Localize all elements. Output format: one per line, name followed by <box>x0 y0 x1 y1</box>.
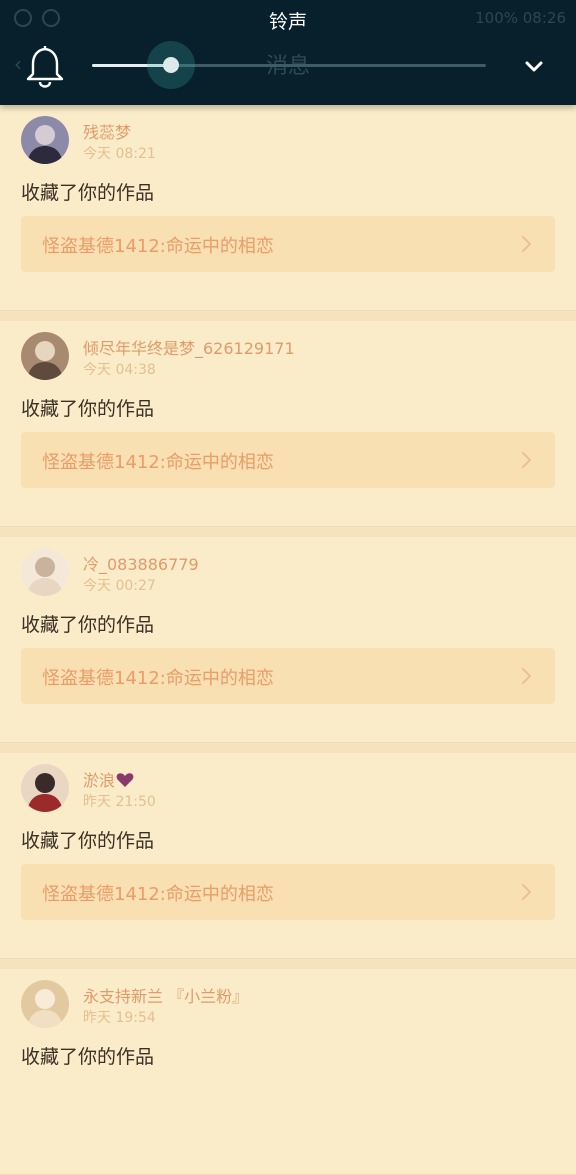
ringtone-volume-panel: 100% 08:26 ‹ 消息 铃声 <box>0 0 576 105</box>
avatar[interactable] <box>21 980 69 1028</box>
post-time: 昨天 19:54 <box>83 1010 156 1026</box>
work-title: 怪盗基德1412:命运中的相恋 <box>42 884 274 905</box>
post-time: 今天 00:27 <box>83 578 156 594</box>
action-text: 收藏了你的作品 <box>21 182 155 204</box>
avatar[interactable] <box>21 764 69 812</box>
chevron-right-icon <box>522 236 531 252</box>
action-text: 收藏了你的作品 <box>21 614 155 636</box>
feed-card: 淤浪 昨天 21:50 收藏了你的作品 怪盗基德1412:命运中的相恋 <box>0 753 576 959</box>
post-time: 今天 04:38 <box>83 362 156 378</box>
user-name-text: 冷_083886779 <box>83 555 199 574</box>
bell-icon[interactable] <box>22 42 68 88</box>
work-link[interactable]: 怪盗基德1412:命运中的相恋 <box>21 864 555 920</box>
user-name[interactable]: 淤浪 <box>83 767 134 791</box>
chevron-right-icon <box>522 884 531 900</box>
chevron-right-icon <box>522 452 531 468</box>
post-time: 昨天 21:50 <box>83 794 156 810</box>
volume-slider-knob[interactable] <box>162 57 179 73</box>
user-name-text: 永支持新兰 『小兰粉』 <box>83 987 249 1006</box>
feed-card: 永支持新兰 『小兰粉』 昨天 19:54 收藏了你的作品 <box>0 969 576 1175</box>
work-title: 怪盗基德1412:命运中的相恋 <box>42 452 274 473</box>
user-name[interactable]: 倾尽年华终是梦_626129171 <box>83 335 295 359</box>
work-title: 怪盗基德1412:命运中的相恋 <box>42 236 274 257</box>
chevron-right-icon <box>522 668 531 684</box>
action-text: 收藏了你的作品 <box>21 830 155 852</box>
feed-card: 残蕊梦 今天 08:21 收藏了你的作品 怪盗基德1412:命运中的相恋 <box>0 105 576 311</box>
avatar[interactable] <box>21 332 69 380</box>
user-name-text: 倾尽年华终是梦_626129171 <box>83 339 295 358</box>
card-separator <box>0 311 576 321</box>
post-time: 今天 08:21 <box>83 146 156 162</box>
user-name-text: 淤浪 <box>83 771 116 790</box>
feed-card: 倾尽年华终是梦_626129171 今天 04:38 收藏了你的作品 怪盗基德1… <box>0 321 576 527</box>
avatar[interactable] <box>21 116 69 164</box>
card-separator <box>0 959 576 969</box>
volume-slider[interactable] <box>92 41 486 89</box>
user-name-text: 残蕊梦 <box>83 123 132 142</box>
action-text: 收藏了你的作品 <box>21 398 155 420</box>
notification-feed[interactable]: 残蕊梦 今天 08:21 收藏了你的作品 怪盗基德1412:命运中的相恋 倾尽年… <box>0 105 576 1175</box>
avatar[interactable] <box>21 548 69 596</box>
action-text: 收藏了你的作品 <box>21 1046 155 1068</box>
chevron-down-icon[interactable] <box>522 54 546 78</box>
ringtone-label: 铃声 <box>268 11 307 33</box>
heart-icon <box>116 773 134 787</box>
card-separator <box>0 743 576 753</box>
user-name[interactable]: 永支持新兰 『小兰粉』 <box>83 983 248 1007</box>
work-link[interactable]: 怪盗基德1412:命运中的相恋 <box>21 216 555 272</box>
user-name[interactable]: 冷_083886779 <box>83 551 199 575</box>
card-separator <box>0 527 576 537</box>
work-link[interactable]: 怪盗基德1412:命运中的相恋 <box>21 648 555 704</box>
feed-card: 冷_083886779 今天 00:27 收藏了你的作品 怪盗基德1412:命运… <box>0 537 576 743</box>
user-name[interactable]: 残蕊梦 <box>83 119 131 143</box>
work-title: 怪盗基德1412:命运中的相恋 <box>42 668 274 689</box>
work-link[interactable]: 怪盗基德1412:命运中的相恋 <box>21 432 555 488</box>
